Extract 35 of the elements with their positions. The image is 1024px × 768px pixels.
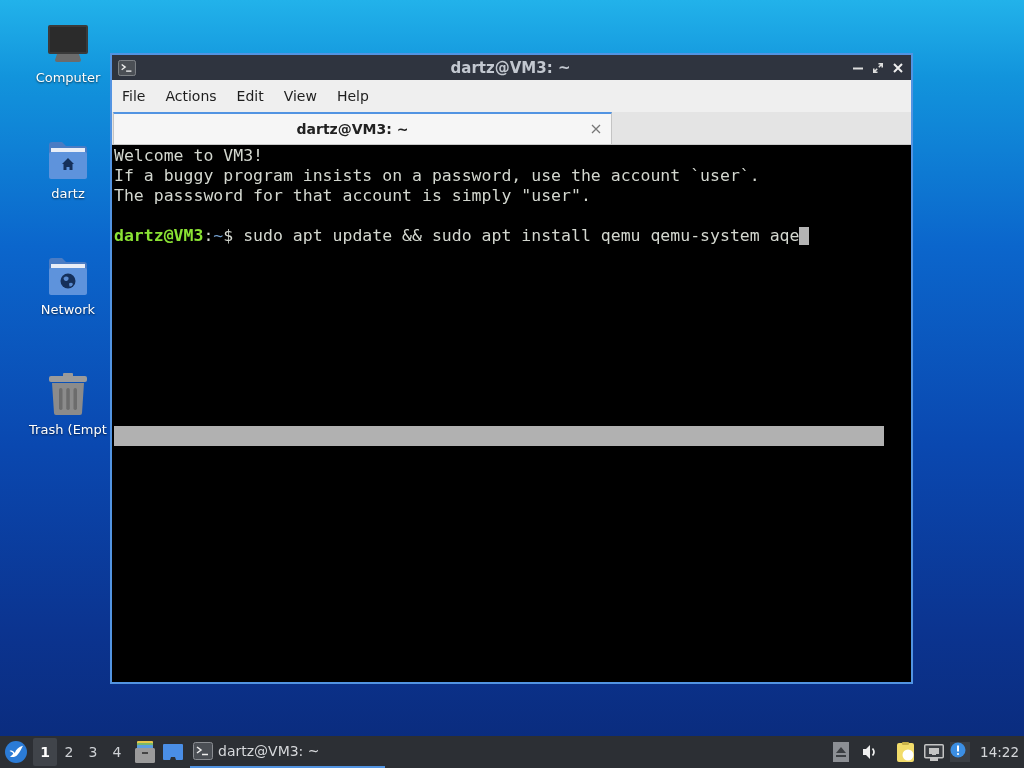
workspace-button[interactable]: 3 xyxy=(81,738,105,766)
file-cabinet-icon[interactable] xyxy=(135,741,155,763)
workspace-button[interactable]: 2 xyxy=(57,738,81,766)
desktop-icon-label[interactable]: Trash (Empt xyxy=(29,422,107,438)
monitor-icon[interactable] xyxy=(48,25,88,63)
terminal-icon xyxy=(118,59,136,76)
desktop-icon-label[interactable]: dartz xyxy=(51,186,85,202)
menu-item[interactable]: Help xyxy=(326,81,379,111)
menu-item[interactable]: View xyxy=(273,81,327,111)
terminal-tab[interactable]: dartz@VM3: ~ xyxy=(113,112,612,144)
terminal-line: If a buggy program insists on a password, use the account `user`. xyxy=(114,166,760,186)
ethernet-icon[interactable] xyxy=(924,743,945,761)
start-menu-icon[interactable] xyxy=(5,741,27,763)
menu-item[interactable]: File xyxy=(112,81,156,111)
workspace-button[interactable]: 4 xyxy=(105,738,129,766)
globe-folder-icon[interactable] xyxy=(48,257,88,295)
clock-text[interactable]: 14:22 xyxy=(980,741,1019,763)
terminal-line: Welcome to VM3! xyxy=(114,146,263,166)
text-cursor xyxy=(799,227,810,245)
clipboard-icon[interactable] xyxy=(897,742,915,762)
desktop-icon-label[interactable]: Network xyxy=(40,302,96,318)
home-folder-icon[interactable] xyxy=(48,141,88,179)
terminal-line: The passsword for that account is simply "user". xyxy=(114,186,591,206)
desktop-icon[interactable] xyxy=(163,744,183,760)
window-title: dartz@VM3: ~ xyxy=(450,58,571,77)
command-line: dartz@VM3:~$ sudo apt update && sudo apt install qemu qemu-system aqe xyxy=(114,226,800,246)
maximize-icon[interactable] xyxy=(873,62,883,73)
workspace-button[interactable]: 1 xyxy=(33,738,57,766)
trash-icon[interactable] xyxy=(49,373,87,415)
taskbar-task-button[interactable]: dartz@VM3: ~ xyxy=(190,736,385,768)
terminal-icon xyxy=(193,742,213,760)
menu-item[interactable]: Edit xyxy=(226,81,274,111)
alert-icon[interactable] xyxy=(950,742,971,762)
menu-item[interactable]: Actions xyxy=(155,81,227,111)
eject-icon[interactable] xyxy=(833,742,850,762)
